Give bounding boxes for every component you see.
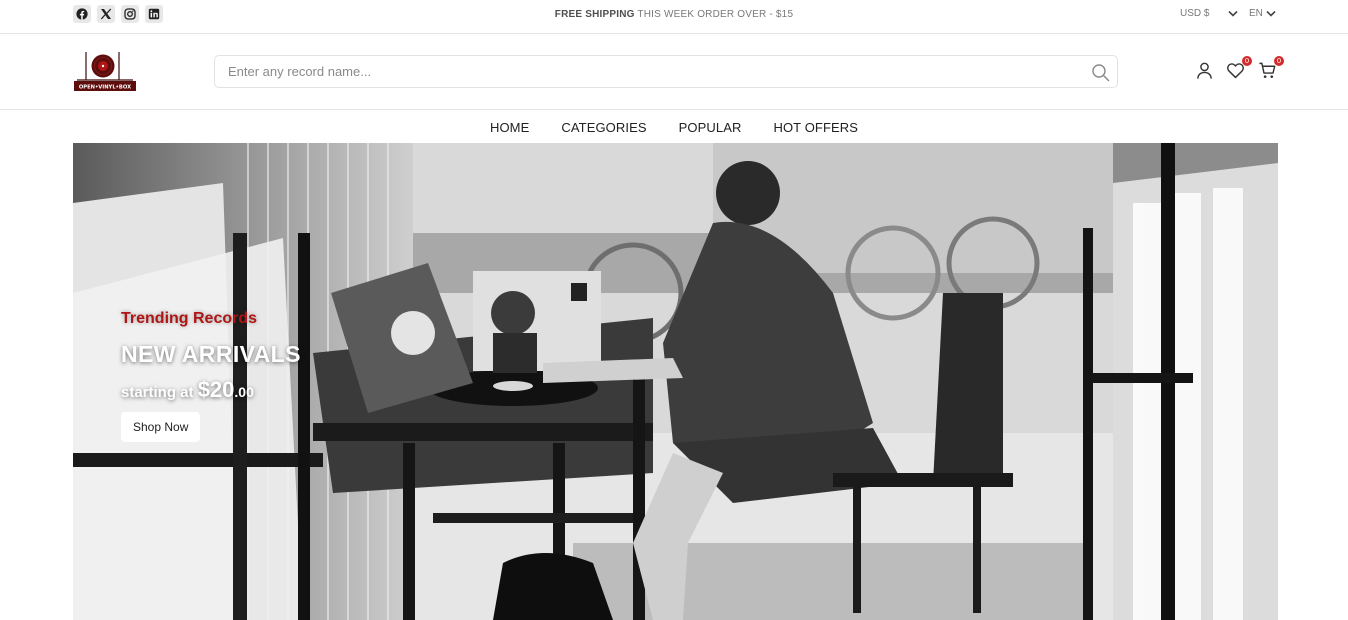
hero-banner: Trending Records NEW ARRIVALS starting a… — [73, 143, 1278, 620]
shop-now-button[interactable]: Shop Now — [121, 412, 201, 442]
chevron-down-icon — [1266, 10, 1276, 17]
logo-text: OPEN•VINYL•BOX — [79, 85, 131, 91]
wishlist-count-badge: 0 — [1242, 56, 1252, 66]
cart-icon[interactable]: 0 — [1258, 56, 1284, 81]
price-cents: .00 — [234, 384, 254, 400]
nav-categories[interactable]: CATEGORIES — [561, 120, 646, 135]
site-logo[interactable]: OPEN•VINYL•BOX — [73, 51, 137, 92]
search-bar — [214, 55, 1118, 88]
promo-bold-text: FREE SHIPPING — [554, 9, 635, 20]
price-prefix: starting at — [121, 384, 194, 401]
currency-selector[interactable]: USD $ — [1180, 8, 1239, 19]
main-nav: HOME CATEGORIES POPULAR HOT OFFERS — [0, 111, 1348, 143]
hero-eyebrow: Trending Records — [121, 310, 258, 327]
currency-label: USD $ — [1180, 8, 1210, 19]
user-icon[interactable] — [1195, 61, 1215, 81]
hero-price: starting at $20.00 — [121, 377, 301, 403]
search-input[interactable] — [228, 56, 1088, 87]
language-label: EN — [1249, 8, 1263, 19]
nav-home[interactable]: HOME — [490, 120, 529, 135]
nav-hot-offers[interactable]: HOT OFFERS — [773, 120, 858, 135]
hero-content: Trending Records NEW ARRIVALS starting a… — [121, 310, 301, 442]
chevron-down-icon — [1228, 10, 1239, 17]
top-bar: FREE SHIPPING THIS WEEK ORDER OVER - $15… — [0, 0, 1348, 34]
promo-text: THIS WEEK ORDER OVER - $15 — [637, 9, 794, 20]
price-main: $20 — [197, 377, 235, 402]
promo-banner: FREE SHIPPING THIS WEEK ORDER OVER - $15 — [0, 9, 1348, 20]
language-selector[interactable]: EN — [1249, 8, 1276, 19]
site-header: OPEN•VINYL•BOX 0 0 — [0, 34, 1348, 110]
search-icon[interactable] — [1091, 63, 1110, 82]
wishlist-icon[interactable]: 0 — [1226, 56, 1252, 81]
cart-count-badge: 0 — [1274, 56, 1284, 66]
nav-popular[interactable]: POPULAR — [679, 120, 742, 135]
hero-headline: NEW ARRIVALS — [121, 341, 301, 367]
